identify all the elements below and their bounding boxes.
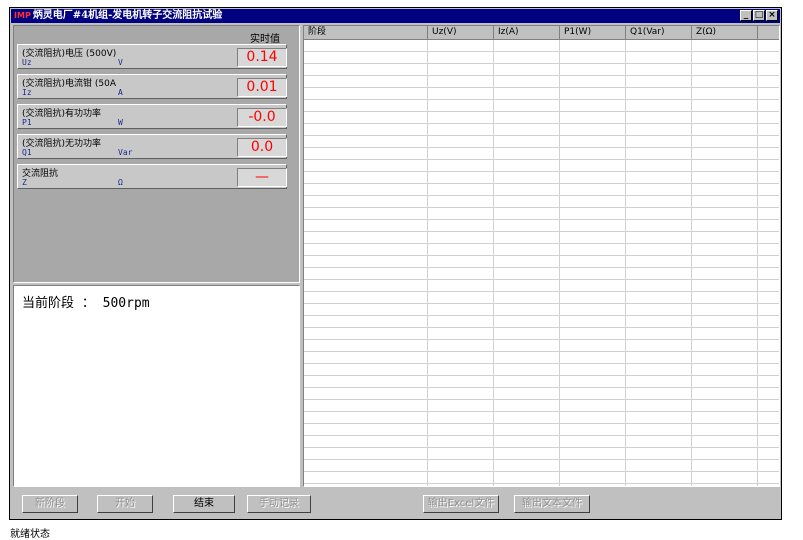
measurement-unit: V — [118, 58, 123, 67]
column-header-z[interactable]: Z(Ω) — [692, 26, 758, 40]
grid-column-divider — [691, 40, 692, 486]
measurement-symbol: Iz — [22, 88, 32, 97]
measurement-name: 交流阻抗 — [22, 169, 59, 179]
measurement-name: (交流阻抗)电压 (500V) — [22, 49, 117, 59]
grid-column-divider — [493, 40, 494, 486]
measurement-value: — — [237, 168, 287, 187]
measurement-value: 0.0 — [237, 138, 287, 157]
column-header-filler — [758, 26, 779, 40]
grid-column-divider — [625, 40, 626, 486]
column-header-stage[interactable]: 阶段 — [304, 26, 428, 40]
realtime-value-header: 实时值 — [250, 34, 280, 45]
new-stage-button[interactable]: 新阶段 — [22, 495, 78, 513]
start-button[interactable]: 开始 — [97, 495, 153, 513]
measurement-unit: Var — [118, 148, 133, 157]
measurement-row-active-power: (交流阻抗)有功功率 P1 W -0.0 — [17, 104, 287, 129]
column-header-iz[interactable]: Iz(A) — [494, 26, 560, 40]
current-stage-panel: 当前阶段 ： 500rpm — [13, 285, 300, 487]
measurement-row-impedance: 交流阻抗 Z Ω — — [17, 164, 287, 189]
minimize-button[interactable]: _ — [740, 10, 752, 21]
column-header-q1[interactable]: Q1(Var) — [626, 26, 692, 40]
measurement-unit: A — [118, 88, 123, 97]
measurement-name: (交流阻抗)有功功率 — [22, 109, 102, 119]
manual-record-button[interactable]: 手动记录 — [247, 495, 311, 513]
measurement-row-reactive-power: (交流阻抗)无功功率 Q1 Var 0.0 — [17, 134, 287, 159]
grid-column-divider — [427, 40, 428, 486]
measurement-symbol: Z — [22, 178, 27, 187]
current-stage-text: 当前阶段 ： 500rpm — [22, 296, 150, 311]
measurement-value: 0.14 — [237, 48, 287, 67]
measurement-name: (交流阻抗)无功功率 — [22, 139, 102, 149]
main-window: IMP 炳灵电厂#4机组-发电机转子交流阻抗试验 _ □ × 实时值 (交流阻抗)… — [9, 7, 782, 520]
end-button[interactable]: 结束 — [173, 495, 235, 513]
column-header-uz[interactable]: Uz(V) — [428, 26, 494, 40]
measurement-unit: W — [118, 118, 123, 127]
status-text: 就绪状态 — [10, 529, 50, 540]
measurement-name: (交流阻抗)电流钳 (50A — [22, 79, 117, 89]
maximize-button[interactable]: □ — [753, 10, 765, 21]
measurement-value: -0.0 — [237, 108, 287, 127]
button-bar: 新阶段 开始 结束 手动记录 输出Excel文件 输出文本文件 — [11, 489, 780, 519]
grid-rows[interactable] — [304, 40, 779, 486]
export-text-button[interactable]: 输出文本文件 — [514, 495, 590, 513]
measurement-symbol: P1 — [22, 118, 32, 127]
app-logo: IMP — [14, 11, 31, 20]
grid-column-divider — [757, 40, 758, 486]
column-header-p1[interactable]: P1(W) — [560, 26, 626, 40]
title-bar[interactable]: IMP 炳灵电厂#4机组-发电机转子交流阻抗试验 _ □ × — [11, 9, 780, 23]
measurement-symbol: Q1 — [22, 148, 32, 157]
grid-header: 阶段 Uz(V) Iz(A) P1(W) Q1(Var) Z(Ω) — [304, 26, 779, 40]
measurement-row-current: (交流阻抗)电流钳 (50A Iz A 0.01 — [17, 74, 287, 99]
measurement-value: 0.01 — [237, 78, 287, 97]
measurement-row-voltage: (交流阻抗)电压 (500V) Uz V 0.14 — [17, 44, 287, 69]
measurement-unit: Ω — [118, 178, 123, 187]
measurement-panel: 实时值 (交流阻抗)电压 (500V) Uz V 0.14 (交流阻抗)电流钳 … — [13, 25, 300, 283]
close-button[interactable]: × — [766, 10, 778, 21]
measurement-symbol: Uz — [22, 58, 32, 67]
export-excel-button[interactable]: 输出Excel文件 — [423, 495, 499, 513]
grid-column-divider — [559, 40, 560, 486]
window-title: 炳灵电厂#4机组-发电机转子交流阻抗试验 — [32, 10, 223, 21]
data-grid[interactable]: 阶段 Uz(V) Iz(A) P1(W) Q1(Var) Z(Ω) — [303, 25, 780, 487]
